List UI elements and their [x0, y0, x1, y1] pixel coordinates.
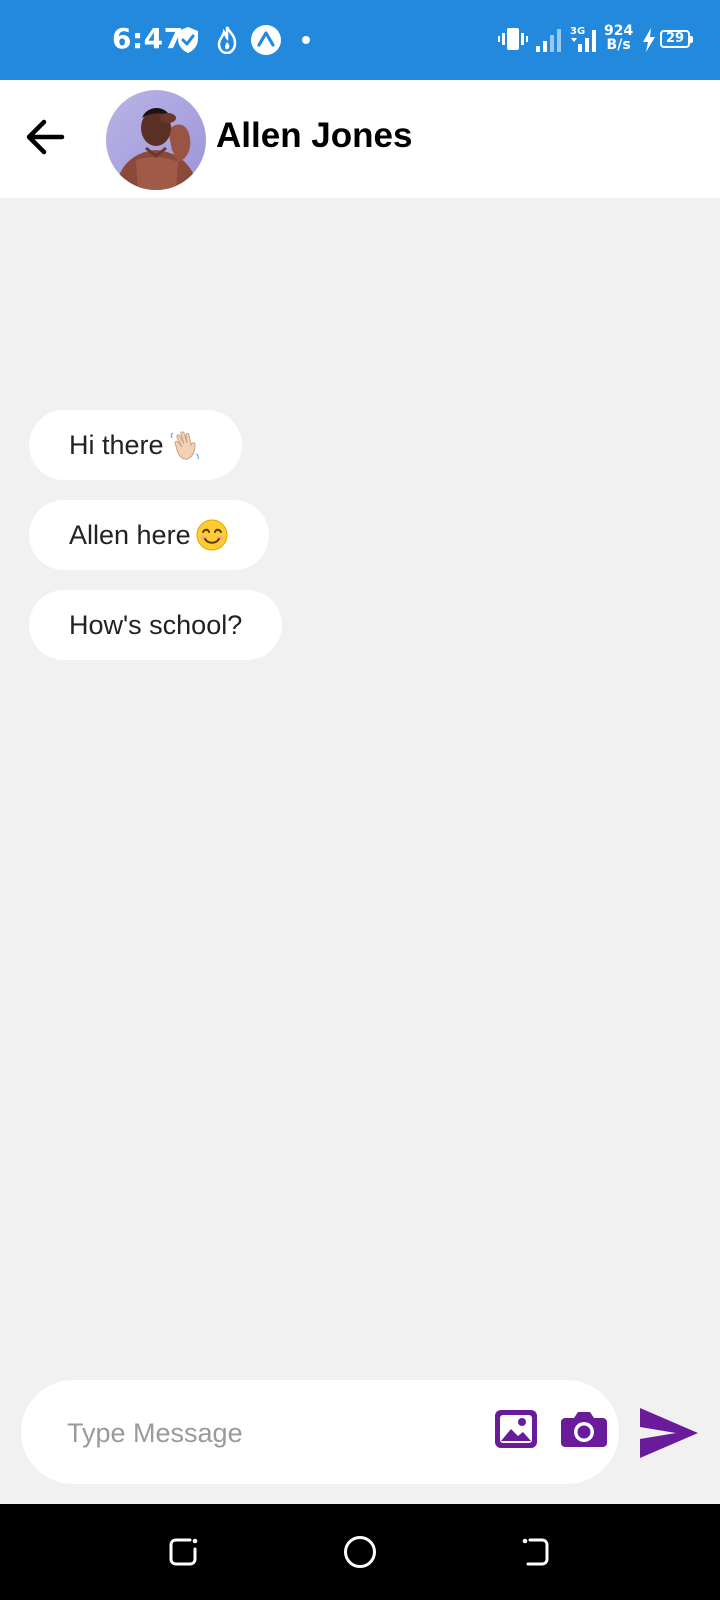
message-text: Hi there: [69, 429, 164, 460]
signal-icon: [536, 29, 561, 52]
avatar-photo: [106, 90, 206, 190]
battery-icon: 29: [660, 30, 693, 48]
chat-header: Allen Jones: [0, 80, 720, 198]
send-icon[interactable]: [638, 1406, 700, 1460]
app-a-icon: [251, 25, 281, 55]
message-input[interactable]: [65, 1380, 449, 1486]
message-text: How's school?: [69, 609, 243, 640]
image-gallery-icon[interactable]: [493, 1408, 539, 1450]
waving-hand-emoji: [170, 431, 199, 460]
dot-icon: [302, 36, 310, 44]
message-bubble[interactable]: How's school?: [29, 590, 283, 660]
svg-text:3G: 3G: [570, 26, 585, 37]
network-speed: 924 B/s: [604, 24, 633, 52]
chat-screen: 6:47 3G 924 B/s 29 Allen Jones Hi there …: [0, 0, 720, 1600]
camera-icon[interactable]: [561, 1410, 607, 1448]
back-icon[interactable]: [516, 1532, 556, 1572]
smiling-face-emoji: [196, 519, 228, 551]
recents-icon[interactable]: [164, 1532, 204, 1572]
arrow-left-icon[interactable]: [22, 113, 70, 161]
status-time: 6:47: [112, 22, 184, 55]
message-row: Hi there: [29, 410, 282, 500]
message-composer: [21, 1380, 619, 1486]
shield-check-icon: [178, 27, 198, 53]
message-row: Allen here: [29, 500, 282, 590]
message-bubble[interactable]: Allen here: [29, 500, 269, 570]
signal-3g-icon: 3G: [570, 26, 596, 52]
navigation-bar: [0, 1504, 720, 1600]
message-row: How's school?: [29, 590, 283, 680]
charging-icon: [643, 28, 655, 52]
status-bar: 6:47 3G 924 B/s 29: [0, 0, 720, 80]
contact-name: Allen Jones: [216, 116, 413, 155]
network-speed-unit: B/s: [606, 37, 631, 53]
vibrate-icon: [498, 28, 528, 50]
flame-icon: [217, 26, 237, 54]
message-list: Hi there Allen here How's school?: [29, 410, 283, 680]
network-speed-value: 924: [604, 23, 634, 39]
message-text: Allen here: [69, 519, 191, 550]
avatar[interactable]: [106, 90, 206, 190]
home-icon[interactable]: [340, 1532, 380, 1572]
message-bubble[interactable]: Hi there: [29, 410, 242, 480]
